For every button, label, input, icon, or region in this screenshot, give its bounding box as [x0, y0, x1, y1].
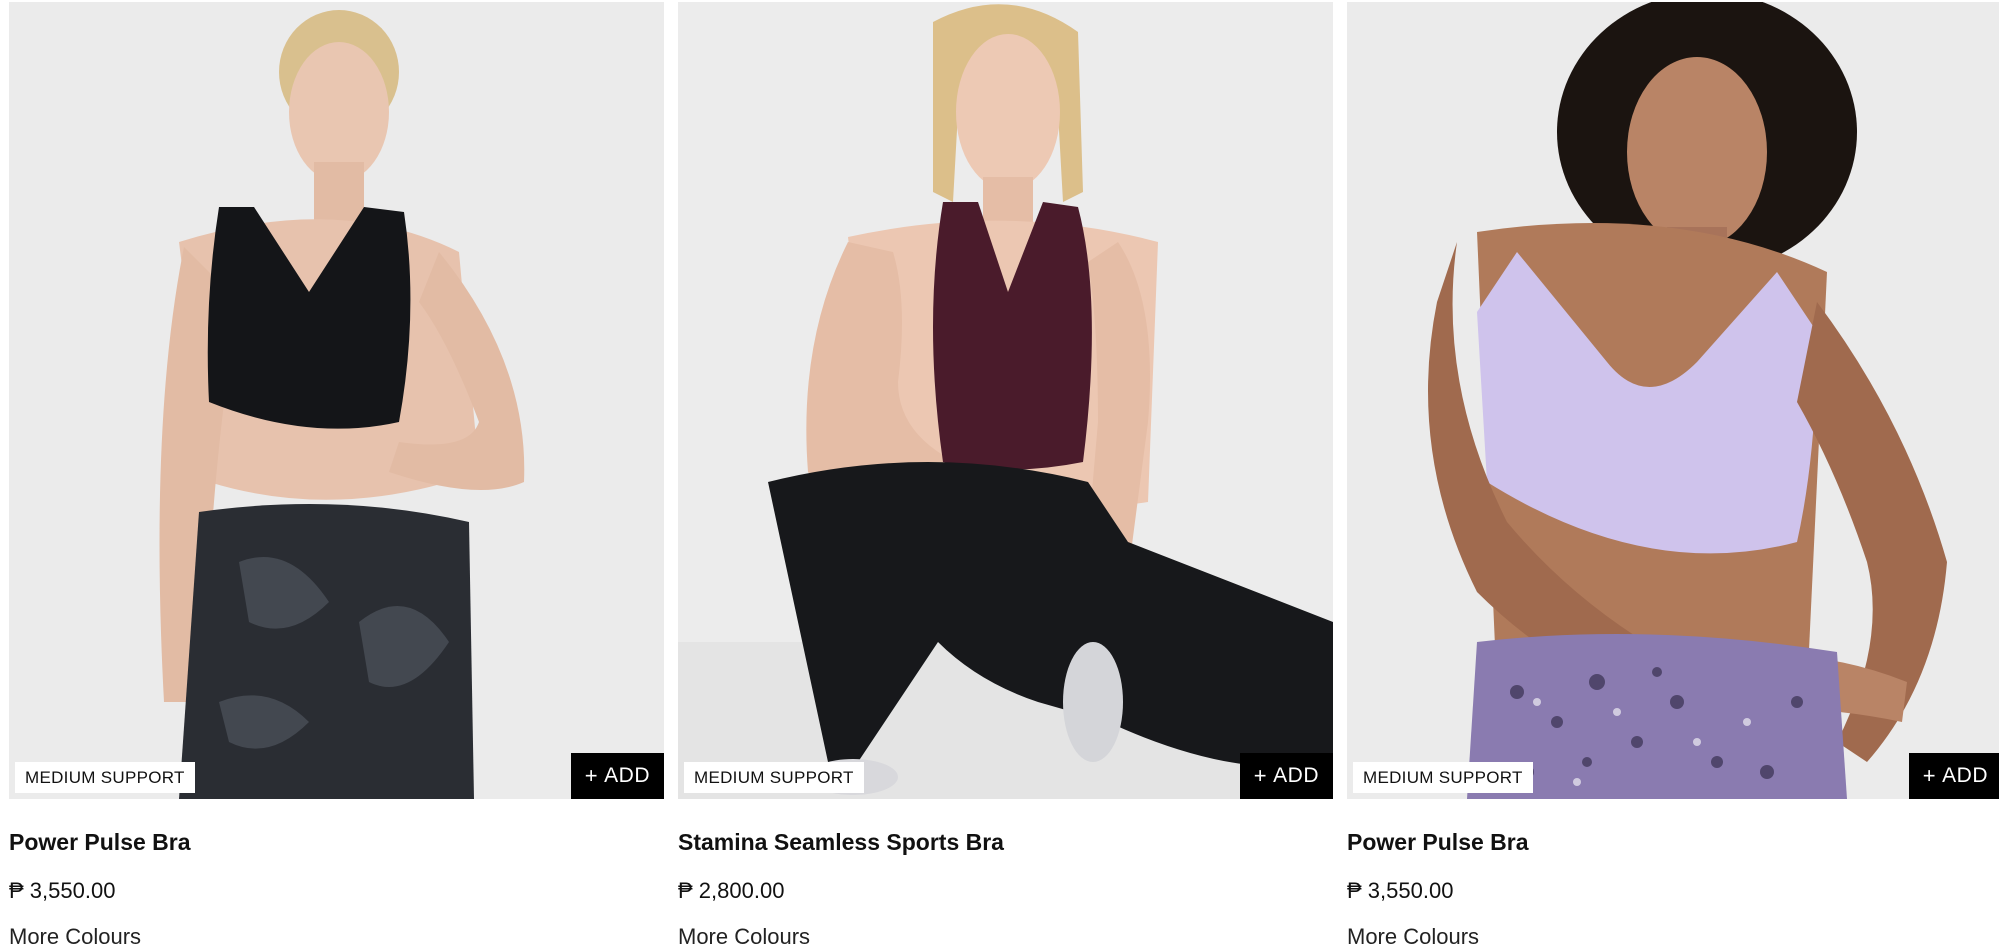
model-photo — [1347, 2, 1999, 799]
more-colours-link[interactable]: More Colours — [9, 924, 141, 950]
product-name[interactable]: Power Pulse Bra — [9, 829, 664, 856]
product-grid: MEDIUM SUPPORT + ADD Power Pulse Bra ₱ 3… — [0, 0, 1999, 950]
product-image[interactable]: MEDIUM SUPPORT + ADD — [1347, 2, 1999, 799]
add-to-bag-button[interactable]: + ADD — [1239, 753, 1333, 799]
product-card: MEDIUM SUPPORT + ADD Power Pulse Bra ₱ 3… — [1347, 2, 1999, 950]
product-name[interactable]: Power Pulse Bra — [1347, 829, 1999, 856]
add-to-bag-button[interactable]: + ADD — [1908, 753, 1999, 799]
more-colours-link[interactable]: More Colours — [1347, 924, 1479, 950]
model-photo — [9, 2, 664, 799]
add-button-label: ADD — [1273, 764, 1319, 787]
add-button-label: ADD — [1942, 764, 1988, 787]
plus-icon: + — [584, 763, 599, 788]
model-photo — [678, 2, 1333, 799]
support-badge: MEDIUM SUPPORT — [15, 762, 195, 793]
add-button-label: ADD — [604, 764, 650, 787]
product-price: ₱ 3,550.00 — [1347, 878, 1454, 903]
support-badge: MEDIUM SUPPORT — [1353, 762, 1533, 793]
support-badge: MEDIUM SUPPORT — [684, 762, 864, 793]
product-image[interactable]: MEDIUM SUPPORT + ADD — [9, 2, 664, 799]
product-card: MEDIUM SUPPORT + ADD Power Pulse Bra ₱ 3… — [9, 2, 664, 950]
product-price: ₱ 3,550.00 — [9, 878, 116, 903]
product-image[interactable]: MEDIUM SUPPORT + ADD — [678, 2, 1333, 799]
plus-icon: + — [1922, 763, 1937, 788]
product-card: MEDIUM SUPPORT + ADD Stamina Seamless Sp… — [678, 2, 1333, 950]
more-colours-link[interactable]: More Colours — [678, 924, 810, 950]
add-to-bag-button[interactable]: + ADD — [570, 753, 664, 799]
product-name[interactable]: Stamina Seamless Sports Bra — [678, 829, 1333, 856]
plus-icon: + — [1253, 763, 1268, 788]
product-price: ₱ 2,800.00 — [678, 878, 785, 903]
